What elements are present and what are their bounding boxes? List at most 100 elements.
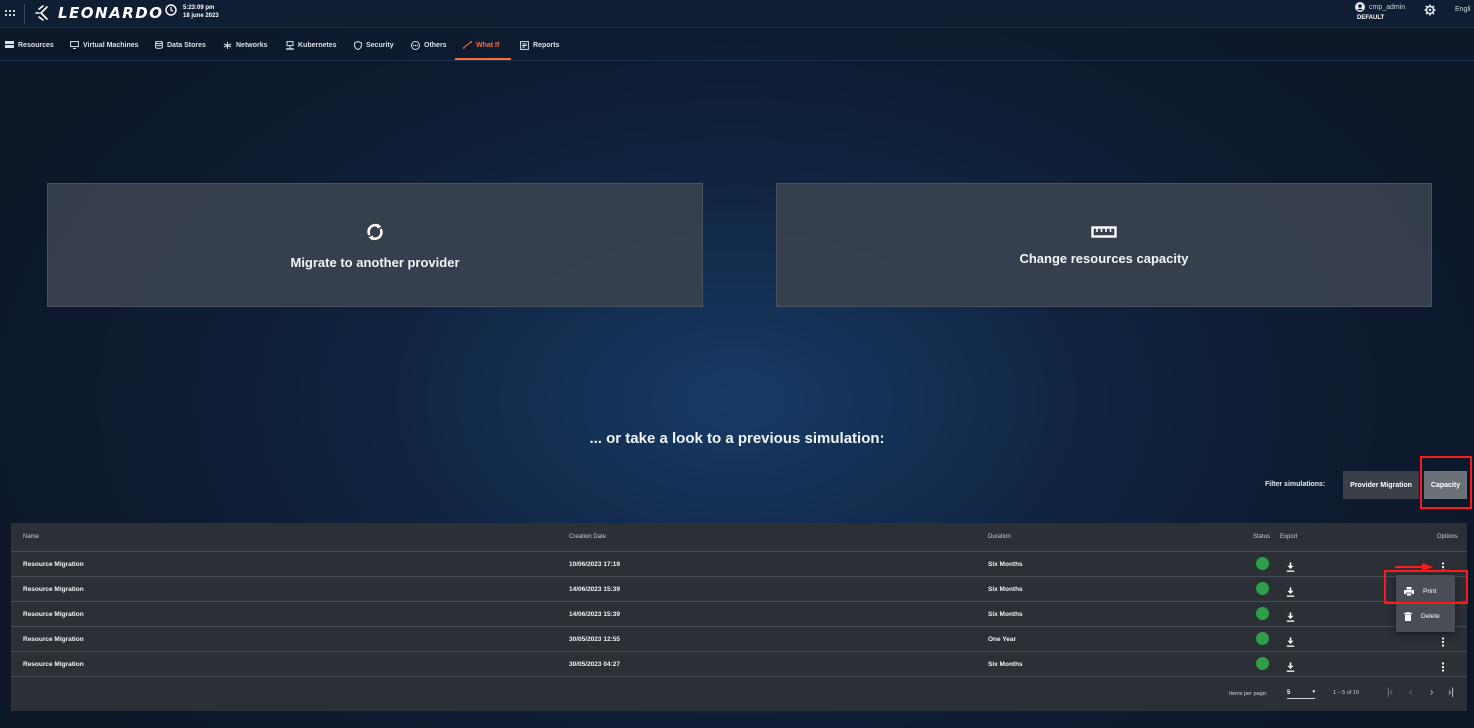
nav-what-if[interactable]: What If	[463, 29, 499, 61]
settings-button[interactable]	[1424, 3, 1436, 21]
menu-item-delete[interactable]: Delete	[1396, 604, 1455, 629]
download-icon[interactable]	[1286, 559, 1295, 577]
nav-reports[interactable]: Reports	[520, 29, 559, 61]
status-indicator	[1256, 557, 1269, 570]
table-header: Name Creation Date Duration Status Expor…	[11, 523, 1467, 552]
more-options-icon[interactable]	[1441, 634, 1445, 652]
cell-date: 14/06/2023 15:39	[569, 611, 620, 618]
language-selector[interactable]: Engli	[1455, 6, 1471, 13]
capacity-highlight-box	[1420, 456, 1472, 509]
network-icon	[223, 41, 232, 49]
next-page-icon[interactable]: ›	[1430, 687, 1433, 698]
leonardo-logo-icon	[35, 5, 48, 21]
items-per-page-label: Items per page:	[1229, 691, 1268, 697]
simulations-table: Name Creation Date Duration Status Expor…	[11, 523, 1467, 711]
change-capacity-title: Change resources capacity	[1019, 250, 1189, 266]
cell-name: Resource Migration	[23, 661, 84, 668]
trash-icon	[1404, 612, 1412, 621]
cell-name: Resource Migration	[23, 586, 84, 593]
active-tab-indicator	[455, 58, 511, 60]
nav-resources[interactable]: Resources	[5, 29, 54, 61]
cell-date: 30/05/2023 04:27	[569, 661, 620, 668]
migrate-provider-title: Migrate to another provider	[290, 254, 460, 270]
kubernetes-icon	[286, 40, 294, 50]
cell-date: 30/05/2023 12:55	[569, 636, 620, 643]
table-row[interactable]: Resource Migration 10/06/2023 17:19 Six …	[11, 552, 1467, 577]
status-indicator	[1256, 607, 1269, 620]
report-icon	[520, 40, 529, 50]
clock: 5:23:09 pm 18 june 2023	[165, 4, 219, 20]
status-indicator	[1256, 582, 1269, 595]
cell-duration: One Year	[988, 636, 1017, 643]
header-creation-date[interactable]: Creation Date	[569, 534, 606, 540]
nav-label: What If	[476, 41, 500, 49]
clock-date: 18 june 2023	[183, 13, 219, 19]
more-options-icon[interactable]	[1441, 659, 1445, 677]
table-row[interactable]: Resource Migration 14/06/2023 15:39 Six …	[11, 577, 1467, 602]
status-indicator	[1256, 657, 1269, 670]
previous-page-icon[interactable]: ‹	[1409, 687, 1412, 698]
header-status: Status	[1253, 534, 1271, 540]
download-icon[interactable]	[1286, 609, 1295, 627]
database-icon	[155, 41, 163, 49]
delete-label: Delete	[1421, 613, 1440, 620]
change-capacity-card[interactable]: Change resources capacity	[776, 183, 1432, 307]
nav-label: Security	[366, 41, 394, 49]
nav-data-stores[interactable]: Data Stores	[155, 29, 206, 61]
nav-label: Virtual Machines	[83, 41, 139, 49]
header-name[interactable]: Name	[23, 534, 39, 540]
nav-networks[interactable]: Networks	[223, 29, 268, 61]
table-row[interactable]: Resource Migration 14/06/2023 15:39 Six …	[11, 602, 1467, 627]
nav-virtual-machines[interactable]: Virtual Machines	[70, 29, 139, 61]
cell-name: Resource Migration	[23, 636, 84, 643]
nav-label: Kubernetes	[298, 41, 337, 49]
user-menu[interactable]: cmp_admin DEFAULT	[1355, 2, 1405, 21]
nav-label: Data Stores	[167, 41, 206, 49]
status-indicator	[1256, 632, 1269, 645]
clock-icon	[165, 4, 177, 16]
red-arrow-annotation	[1394, 558, 1434, 576]
nav-security[interactable]: Security	[354, 29, 394, 61]
nav-label: Reports	[533, 41, 560, 49]
user-role: DEFAULT	[1357, 15, 1385, 21]
nav-others[interactable]: Others	[411, 29, 447, 61]
page-range: 1 – 5 of 10	[1333, 690, 1359, 696]
filter-label: Filter simulations:	[1265, 481, 1326, 488]
others-icon	[411, 40, 420, 50]
nav-label: Others	[424, 41, 447, 49]
previous-simulations-heading: ... or take a look to a previous simulat…	[589, 430, 885, 447]
nav-label: Resources	[18, 41, 54, 49]
download-icon[interactable]	[1286, 634, 1295, 652]
monitor-icon	[70, 41, 79, 49]
header-divider	[24, 4, 25, 24]
download-icon[interactable]	[1286, 659, 1295, 677]
cell-duration: Six Months	[988, 661, 1023, 668]
shield-icon	[354, 40, 362, 50]
download-icon[interactable]	[1286, 584, 1295, 602]
table-row[interactable]: Resource Migration 30/05/2023 12:55 One …	[11, 627, 1467, 652]
filter-provider-migration-button[interactable]: Provider Migration	[1343, 471, 1419, 499]
account-icon	[1355, 2, 1365, 12]
table-row[interactable]: Resource Migration 30/05/2023 04:27 Six …	[11, 652, 1467, 677]
top-bar: LEONARDO 5:23:09 pm 18 june 2023 cmp_adm…	[0, 0, 1474, 28]
cell-date: 10/06/2023 17:19	[569, 561, 620, 568]
nav-label: Networks	[236, 41, 268, 49]
cell-duration: Six Months	[988, 611, 1023, 618]
last-page-icon[interactable]: ›|	[1448, 687, 1454, 698]
user-name: cmp_admin	[1369, 3, 1406, 11]
gear-icon	[1424, 4, 1436, 16]
ruler-icon	[1091, 225, 1117, 238]
page-size-select[interactable]: 5 ▾	[1287, 687, 1315, 699]
nav-kubernetes[interactable]: Kubernetes	[286, 29, 337, 61]
cell-duration: Six Months	[988, 561, 1023, 568]
first-page-icon[interactable]: |‹	[1387, 687, 1393, 698]
cell-date: 14/06/2023 15:39	[569, 586, 620, 593]
brand-logo[interactable]: LEONARDO	[34, 3, 163, 23]
page-size-value: 5	[1287, 690, 1291, 696]
migrate-provider-card[interactable]: Migrate to another provider	[47, 183, 703, 307]
what-if-icon	[463, 41, 472, 49]
menu-icon[interactable]	[5, 6, 17, 18]
main-nav: Resources Virtual Machines Data Stores N…	[0, 29, 1474, 61]
cell-name: Resource Migration	[23, 611, 84, 618]
header-duration[interactable]: Duration	[988, 534, 1011, 540]
